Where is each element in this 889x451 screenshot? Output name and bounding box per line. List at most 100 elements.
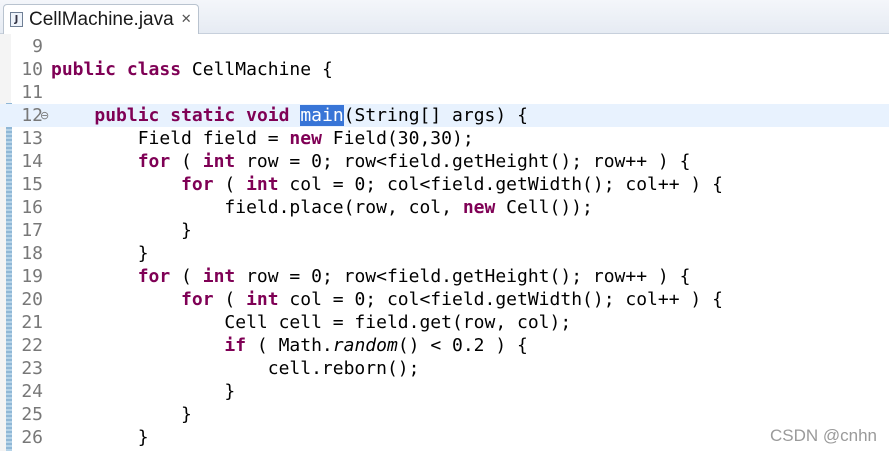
code-line[interactable]: 19 for ( int row = 0; row<field.getHeigh… (0, 265, 889, 288)
code-token: CellMachine { (181, 59, 333, 80)
code-token: ( (213, 289, 247, 310)
keyword-token: for (137, 266, 171, 287)
java-file-icon: J (10, 12, 23, 27)
code-text: for ( int col = 0; col<field.getWidth();… (51, 173, 723, 196)
editor-tab-bar: J CellMachine.java ✕ (0, 0, 889, 34)
keyword-token: int (246, 174, 279, 195)
code-token: } (51, 243, 149, 264)
code-line[interactable]: 18 } (0, 242, 889, 265)
code-token: ( (213, 174, 247, 195)
code-text: Field field = new Field(30,30); (51, 127, 474, 150)
code-token: () < 0.2 ) { (397, 335, 528, 356)
code-line[interactable]: 25 } (0, 403, 889, 426)
line-number: 12 (21, 105, 43, 126)
code-token: } (51, 427, 149, 448)
line-number: 23 (21, 358, 43, 379)
code-token: } (51, 404, 192, 425)
code-line[interactable]: 10 public class CellMachine { (0, 58, 889, 81)
keyword-token: new (289, 128, 322, 149)
tab-title: CellMachine.java (29, 8, 174, 30)
line-number: 17 (21, 220, 43, 241)
code-line[interactable]: 20 for ( int col = 0; col<field.getWidth… (0, 288, 889, 311)
code-token: (String[] args) { (343, 105, 528, 126)
line-number: 15 (21, 174, 43, 195)
keyword-token: for (137, 151, 171, 172)
keyword-token: new (462, 197, 496, 218)
code-text: } (51, 380, 235, 403)
line-number: 20 (21, 289, 43, 310)
code-token: col = 0; col<field.getWidth(); col++ ) { (278, 289, 723, 310)
close-icon[interactable]: ✕ (181, 12, 192, 27)
code-line[interactable]: 12 ⊖ public static void main(String[] arg… (0, 104, 889, 127)
code-token: Field(30,30); (321, 128, 474, 149)
code-text: } (51, 219, 192, 242)
static-method-token: random (332, 335, 398, 356)
code-token: cell.reborn(); (51, 358, 420, 379)
code-line[interactable]: 11 (0, 81, 889, 104)
keyword-token: class (126, 59, 182, 80)
line-number: 25 (21, 404, 43, 425)
keyword-token: public (94, 105, 160, 126)
line-number: 9 (32, 36, 43, 57)
code-line[interactable]: 16 field.place(row, col, new Cell()); (0, 196, 889, 219)
code-editor[interactable]: 9 10 public class CellMachine {11 12 ⊖ publi… (0, 34, 889, 451)
code-line[interactable]: 26 } (0, 426, 889, 449)
code-token: row = 0; row<field.getHeight(); row++ ) … (235, 151, 691, 172)
code-token: } (51, 220, 192, 241)
code-line[interactable]: 24 } (0, 380, 889, 403)
tab-cellmachine-java[interactable]: J CellMachine.java ✕ (3, 4, 199, 34)
keyword-token: for (181, 174, 214, 195)
code-token: col = 0; col<field.getWidth(); col++ ) { (278, 174, 723, 195)
code-text: for ( int row = 0; row<field.getHeight()… (51, 265, 691, 288)
code-line[interactable]: 13 Field field = new Field(30,30); (0, 127, 889, 150)
code-token: } (51, 381, 236, 402)
line-number: 19 (21, 266, 43, 287)
code-token: Cell cell = field.get(row, col); (51, 312, 572, 333)
code-text: } (51, 403, 192, 426)
line-number: 10 (21, 59, 43, 80)
keyword-token: for (181, 289, 214, 310)
line-number: 21 (21, 312, 43, 333)
code-line[interactable]: 15 for ( int col = 0; col<field.getWidth… (0, 173, 889, 196)
line-number: 22 (21, 335, 43, 356)
line-number: 14 (21, 151, 43, 172)
code-text: public static void main(String[] args) { (51, 104, 528, 127)
keyword-token: static (170, 105, 236, 126)
keyword-token: if (224, 335, 247, 356)
code-line[interactable]: 23 cell.reborn(); (0, 357, 889, 380)
watermark: CSDN @cnhn (769, 426, 877, 445)
fold-collapse-icon[interactable]: ⊖ (40, 104, 49, 127)
code-token: Cell()); (495, 197, 593, 218)
keyword-token: int (202, 151, 236, 172)
code-token: ( Math. (246, 335, 333, 356)
code-token: field.place(row, col, (51, 197, 463, 218)
code-line[interactable]: 14 for ( int row = 0; row<field.getHeigh… (0, 150, 889, 173)
selected-token: main (300, 105, 344, 126)
code-token: Field field = (51, 128, 290, 149)
keyword-token: void (246, 105, 290, 126)
code-text: for ( int col = 0; col<field.getWidth();… (51, 288, 723, 311)
code-text: field.place(row, col, new Cell()); (51, 196, 593, 219)
code-text: Cell cell = field.get(row, col); (51, 311, 571, 334)
code-line[interactable]: 22 if ( Math.random() < 0.2 ) { (0, 334, 889, 357)
code-line[interactable]: 17 } (0, 219, 889, 242)
code-text: if ( Math.random() < 0.2 ) { (51, 334, 528, 357)
code-text: for ( int row = 0; row<field.getHeight()… (51, 150, 691, 173)
keyword-token: int (246, 289, 279, 310)
code-token: row = 0; row<field.getHeight(); row++ ) … (235, 266, 691, 287)
line-number: 24 (21, 381, 43, 402)
line-number: 11 (21, 82, 43, 103)
line-number: 26 (21, 427, 43, 448)
code-line[interactable]: 9 (0, 35, 889, 58)
code-text: } (51, 242, 149, 265)
code-text: cell.reborn(); (51, 357, 420, 380)
code-line[interactable]: 21 Cell cell = field.get(row, col); (0, 311, 889, 334)
